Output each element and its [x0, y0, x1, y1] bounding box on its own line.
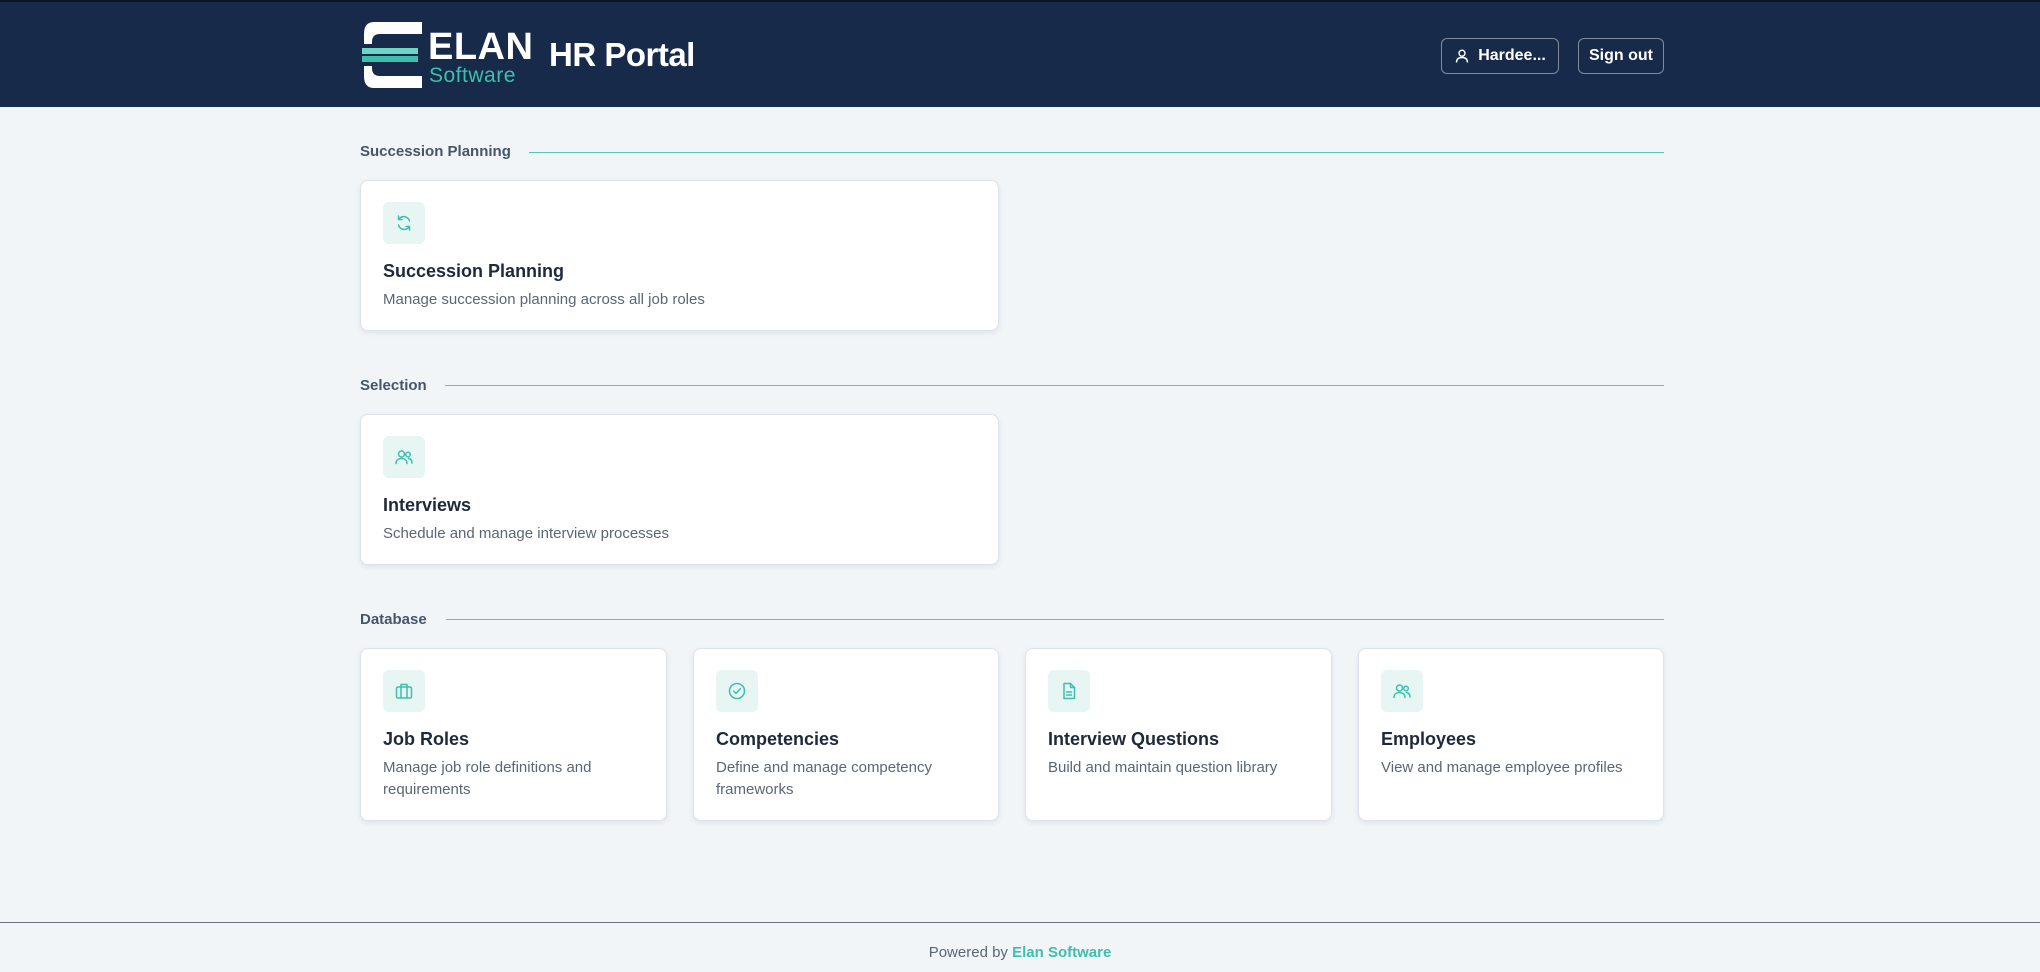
- refresh-icon: [383, 202, 425, 244]
- section-title-selection: Selection: [360, 377, 427, 394]
- card-interview-questions[interactable]: Interview Questions Build and maintain q…: [1025, 648, 1332, 821]
- app-title: HR Portal: [549, 36, 695, 73]
- briefcase-icon: [383, 670, 425, 712]
- section-divider: [529, 152, 1664, 153]
- card-title: Succession Planning: [383, 261, 565, 281]
- elan-logo[interactable]: ELAN Software: [360, 20, 534, 92]
- card-description: Manage job role definitions and requirem…: [383, 759, 592, 798]
- card-employees[interactable]: Employees View and manage employee profi…: [1358, 648, 1664, 821]
- section-divider: [445, 385, 1664, 386]
- card-job-roles[interactable]: Job Roles Manage job role definitions an…: [360, 648, 667, 821]
- card-title: Interview Questions: [1048, 729, 1220, 749]
- card-interviews[interactable]: Interviews Schedule and manage interview…: [360, 414, 999, 565]
- footer-text: Powered by Elan Software: [0, 944, 2040, 961]
- header-inner: ELAN Software HR Portal Hardee... Sign o…: [360, 2, 1664, 107]
- card-description: Manage succession planning across all jo…: [383, 291, 705, 308]
- section-title-database: Database: [360, 611, 427, 628]
- document-icon: [1048, 670, 1090, 712]
- users-icon: [1381, 670, 1423, 712]
- user-icon: [1454, 48, 1470, 64]
- card-succession-planning[interactable]: Succession Planning Manage succession pl…: [360, 180, 999, 331]
- top-header: ELAN Software HR Portal Hardee... Sign o…: [0, 0, 2040, 107]
- check-circle-icon: [716, 670, 758, 712]
- elan-logo-mark: [362, 22, 422, 88]
- card-title: Job Roles: [383, 729, 470, 749]
- card-description: Build and maintain question library: [1048, 759, 1278, 776]
- user-menu-button[interactable]: Hardee...: [1441, 38, 1559, 74]
- card-title: Interviews: [383, 495, 472, 515]
- card-description: Schedule and manage interview processes: [383, 525, 670, 542]
- logo-subtitle: Software: [429, 64, 516, 87]
- section-title-succession-planning: Succession Planning: [360, 143, 511, 160]
- card-description: View and manage employee profiles: [1381, 759, 1623, 776]
- sign-out-button[interactable]: Sign out: [1578, 38, 1664, 74]
- footer-prefix: Powered by: [928, 944, 1008, 961]
- page-footer: Powered by Elan Software: [0, 922, 2040, 972]
- footer-link-elan-software[interactable]: Elan Software: [1012, 944, 1111, 961]
- card-title: Competencies: [716, 729, 840, 749]
- user-name-label: Hardee...: [1478, 47, 1546, 64]
- users-icon: [383, 436, 425, 478]
- card-description: Define and manage competency frameworks: [716, 759, 932, 798]
- card-competencies[interactable]: Competencies Define and manage competenc…: [693, 648, 999, 821]
- logo-word: ELAN: [428, 26, 534, 68]
- section-divider: [446, 619, 1664, 620]
- card-title: Employees: [1381, 729, 1477, 749]
